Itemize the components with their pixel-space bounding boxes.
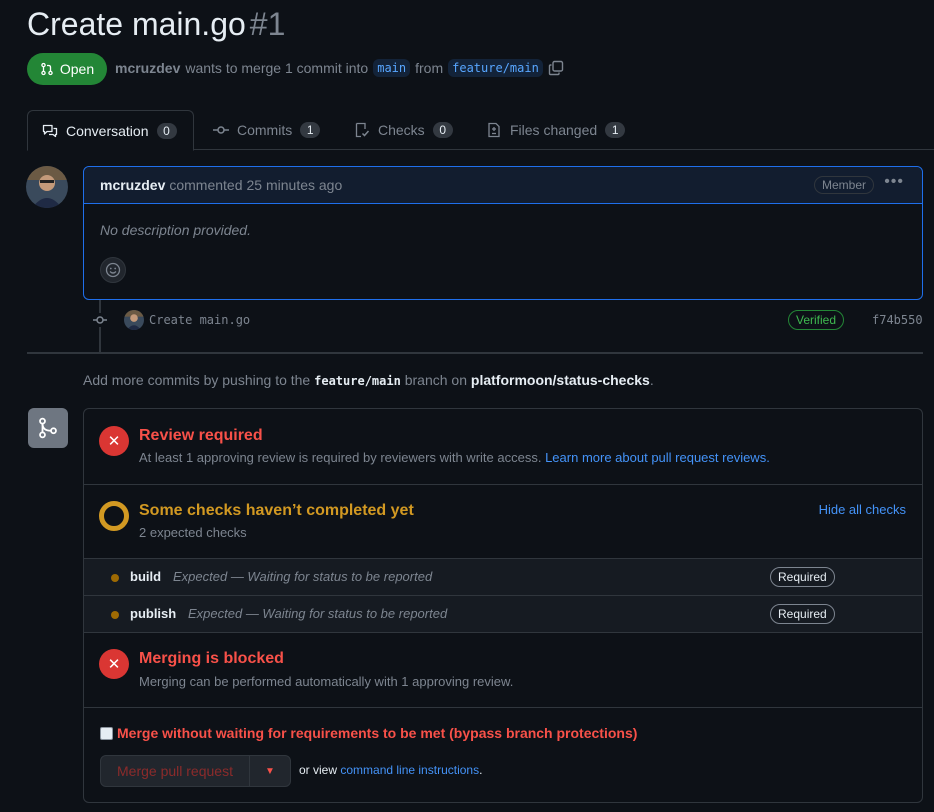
blocked-desc: Merging can be performed automatically w… (139, 674, 514, 689)
push-hint-middle: branch on (404, 372, 467, 388)
push-hint-branch: feature/main (314, 374, 401, 388)
push-hint-suffix: . (649, 372, 654, 388)
merge-pull-request-button[interactable]: Merge pull request (100, 755, 250, 787)
blocked-title: Merging is blocked (139, 650, 284, 667)
check-row: build Expected — Waiting for status to b… (84, 559, 922, 596)
tab-checks[interactable]: Checks 0 (340, 110, 467, 150)
tab-counter: 0 (156, 122, 177, 139)
comment-time[interactable]: 25 minutes ago (247, 177, 343, 193)
tab-label: Commits (237, 122, 293, 138)
repo-link[interactable]: platformoon/status-checks (471, 372, 650, 388)
bypass-row: Merge without waiting for requirements t… (100, 725, 637, 741)
git-commit-icon (213, 126, 229, 134)
check-name: build (130, 569, 162, 584)
check-name: publish (130, 606, 177, 621)
review-title: Review required (139, 427, 263, 444)
git-merge-icon (28, 408, 68, 448)
verified-badge[interactable]: Verified (788, 310, 845, 330)
tab-conversation[interactable]: Conversation 0 (27, 110, 194, 151)
tab-label: Files changed (510, 122, 598, 138)
state-label: Open (59, 61, 95, 77)
cli-suffix: . (479, 763, 483, 777)
x-circle-icon: ✕ (99, 426, 129, 456)
copy-icon[interactable] (548, 60, 564, 76)
check-desc: Expected — Waiting for status to be repo… (188, 606, 448, 621)
comment-author[interactable]: mcruzdev (100, 177, 165, 193)
bypass-checkbox[interactable] (100, 726, 113, 740)
review-desc: At least 1 approving review is required … (139, 450, 542, 465)
triangle-down-icon: ▼ (265, 765, 275, 777)
add-reaction-button[interactable] (100, 257, 126, 283)
kebab-menu-icon[interactable]: ••• (884, 173, 904, 191)
from-text: from (415, 60, 444, 76)
tab-label: Checks (378, 122, 425, 138)
pull-request-icon (41, 62, 53, 76)
review-section: ✕ Review required At least 1 approving r… (84, 409, 922, 485)
bypass-label[interactable]: Merge without waiting for requirements t… (117, 725, 637, 741)
review-learn-more-link[interactable]: Learn more about pull request reviews. (545, 450, 770, 465)
merge-text: wants to merge 1 commit into (185, 60, 369, 76)
checks-section: Some checks haven’t completed yet 2 expe… (84, 485, 922, 559)
required-badge: Required (770, 604, 835, 624)
member-badge: Member (813, 176, 874, 194)
commit-sha[interactable]: f74b550 (872, 313, 923, 327)
file-diff-icon (488, 122, 500, 138)
comment-header: mcruzdev commented 25 minutes ago Member… (84, 167, 922, 204)
hide-all-checks-link[interactable]: Hide all checks (819, 502, 906, 517)
comment-body: No description provided. (100, 222, 251, 238)
review-desc-wrap: At least 1 approving review is required … (139, 450, 770, 465)
check-desc: Expected — Waiting for status to be repo… (173, 569, 433, 584)
tab-commits[interactable]: Commits 1 (199, 110, 334, 150)
pending-dot-icon (111, 574, 119, 582)
comment-discussion-icon (42, 124, 58, 137)
smiley-icon (105, 262, 121, 278)
cli-hint: or view command line instructions. (299, 763, 482, 777)
tab-label: Conversation (66, 122, 149, 139)
head-branch[interactable]: feature/main (448, 59, 543, 77)
timeline-divider (27, 352, 923, 354)
pr-tabs: Conversation 0 Commits 1 Checks 0 Files … (27, 110, 934, 151)
comment-card: mcruzdev commented 25 minutes ago Member… (83, 166, 923, 300)
state-badge: Open (27, 53, 107, 85)
pr-meta: mcruzdev wants to merge 1 commit into ma… (115, 59, 564, 77)
merge-options-button[interactable]: ▼ (249, 755, 291, 787)
base-branch[interactable]: main (373, 59, 411, 77)
tab-counter: 0 (432, 122, 453, 138)
merge-box: ✕ Review required At least 1 approving r… (83, 408, 923, 803)
x-circle-icon: ✕ (99, 649, 129, 679)
tab-files-changed[interactable]: Files changed 1 (472, 110, 639, 150)
commit-avatar[interactable] (124, 310, 144, 330)
pr-title-text: Create main.go (27, 6, 246, 42)
comment-action: commented (169, 177, 243, 193)
git-commit-icon (93, 313, 107, 327)
push-hint: Add more commits by pushing to the featu… (83, 372, 654, 388)
cli-instructions-link[interactable]: command line instructions (340, 763, 479, 777)
commit-message[interactable]: Create main.go (149, 313, 250, 327)
pr-number: #1 (249, 6, 286, 42)
push-hint-prefix: Add more commits by pushing to the (83, 372, 311, 388)
required-badge: Required (770, 567, 835, 587)
checks-title: Some checks haven’t completed yet (139, 502, 414, 519)
checklist-icon (355, 122, 370, 138)
pr-author-link[interactable]: mcruzdev (115, 60, 180, 76)
tab-counter: 1 (605, 122, 626, 138)
cli-prefix: or view (299, 763, 338, 777)
pending-circle-icon (99, 501, 129, 531)
pending-dot-icon (111, 611, 119, 619)
avatar[interactable] (26, 166, 68, 208)
blocked-section: ✕ Merging is blocked Merging can be perf… (84, 633, 922, 708)
tab-counter: 1 (300, 122, 321, 138)
check-row: publish Expected — Waiting for status to… (84, 596, 922, 633)
checks-desc: 2 expected checks (139, 525, 247, 540)
pr-title: Create main.go #1 (27, 6, 285, 43)
